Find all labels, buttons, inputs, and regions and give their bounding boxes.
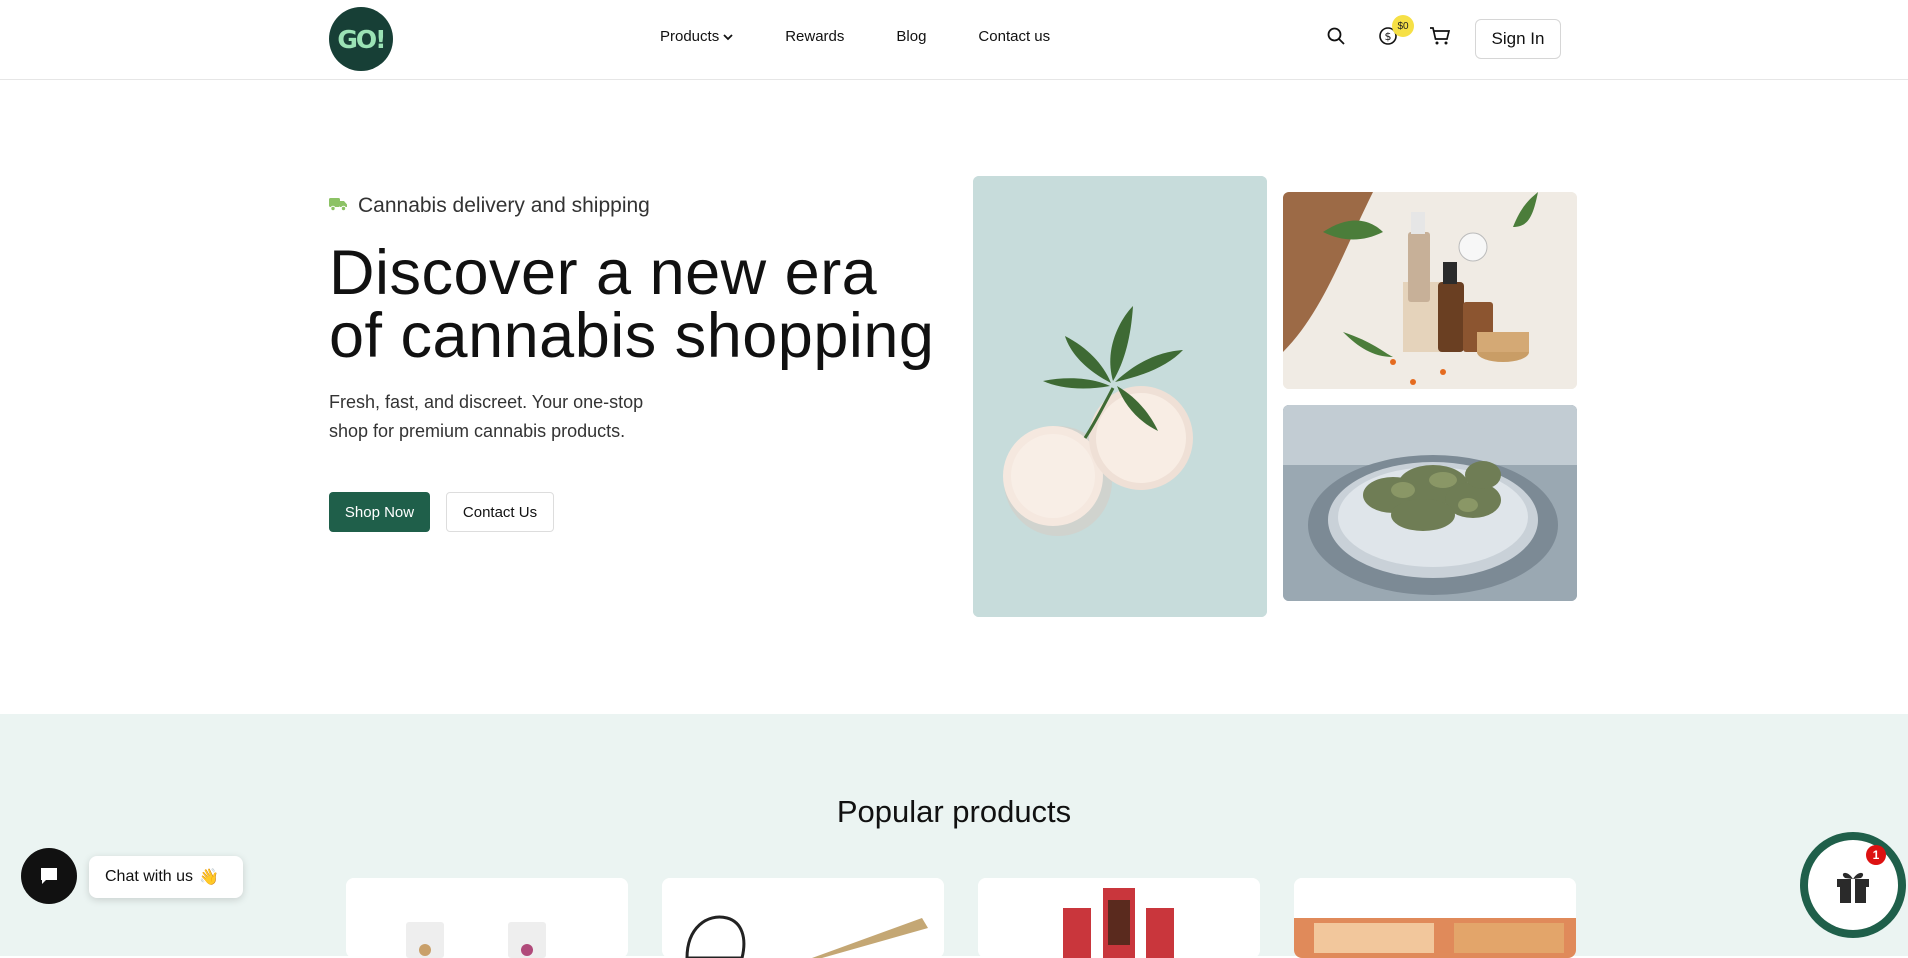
hero-image-cream-leaf [973, 176, 1267, 617]
chat-bubble-icon [41, 868, 57, 884]
gift-icon [1837, 872, 1869, 903]
chat-with-us-pill[interactable]: Chat with us 👋 [89, 856, 243, 898]
chat-label: Chat with us [105, 868, 194, 885]
logo[interactable]: GO! [329, 7, 393, 71]
truck-icon [329, 196, 348, 217]
product-card[interactable] [1294, 878, 1576, 958]
rewards-balance-button[interactable]: $ $0 [1376, 15, 1414, 48]
gift-count-badge: 1 [1866, 845, 1886, 865]
nav-rewards-label: Rewards [785, 28, 845, 45]
logo-text: GO! [337, 24, 386, 54]
chat-button[interactable] [21, 848, 77, 904]
nav-contact[interactable]: Contact us [978, 28, 1050, 45]
subtext-line-1: Fresh, fast, and discreet. Your one-stop [329, 392, 644, 412]
product-card[interactable] [662, 878, 944, 958]
hero-image-tinctures [1283, 192, 1577, 389]
site-header: GO! Products Rewards Blog Contact us $ $… [0, 0, 1908, 80]
contact-us-button[interactable]: Contact Us [446, 492, 554, 532]
nav-blog[interactable]: Blog [896, 28, 926, 45]
nav-products-label: Products [660, 28, 720, 45]
product-card[interactable] [346, 878, 628, 958]
popular-products-section: Popular products [0, 714, 1908, 958]
wave-emoji-icon: 👋 [199, 869, 219, 886]
shop-now-button[interactable]: Shop Now [329, 492, 430, 532]
headline-line-2: of cannabis shopping [329, 301, 935, 371]
hero-tagline: Cannabis delivery and shipping [329, 194, 650, 218]
search-icon [1327, 27, 1345, 45]
nav-contact-label: Contact us [978, 28, 1051, 45]
chevron-down-icon [723, 28, 733, 45]
popular-products-title: Popular products [836, 794, 1072, 829]
tagline-text: Cannabis delivery and shipping [358, 194, 650, 217]
nav-rewards[interactable]: Rewards [785, 28, 844, 45]
svg-text:$: $ [1385, 30, 1392, 43]
hero-headline: Discover a new era of cannabis shopping [329, 242, 934, 368]
search-button[interactable] [1324, 24, 1348, 48]
hero-subtext: Fresh, fast, and discreet. Your one-stop… [329, 388, 689, 446]
cart-icon [1430, 27, 1451, 45]
header-icons: $ $0 [1324, 15, 1480, 48]
cart-button[interactable] [1428, 24, 1452, 48]
subtext-line-2: shop for premium cannabis products. [329, 421, 626, 441]
headline-line-1: Discover a new era [329, 238, 878, 308]
rewards-gift-button[interactable]: 1 [1800, 832, 1906, 938]
main-nav: Products Rewards Blog Contact us [660, 28, 1102, 45]
nav-products[interactable]: Products [660, 28, 733, 45]
product-card[interactable] [978, 878, 1260, 958]
sign-in-button[interactable]: Sign In [1475, 19, 1561, 59]
hero-image-flower-scale [1283, 405, 1577, 601]
nav-blog-label: Blog [896, 28, 927, 45]
balance-badge: $0 [1392, 15, 1414, 37]
